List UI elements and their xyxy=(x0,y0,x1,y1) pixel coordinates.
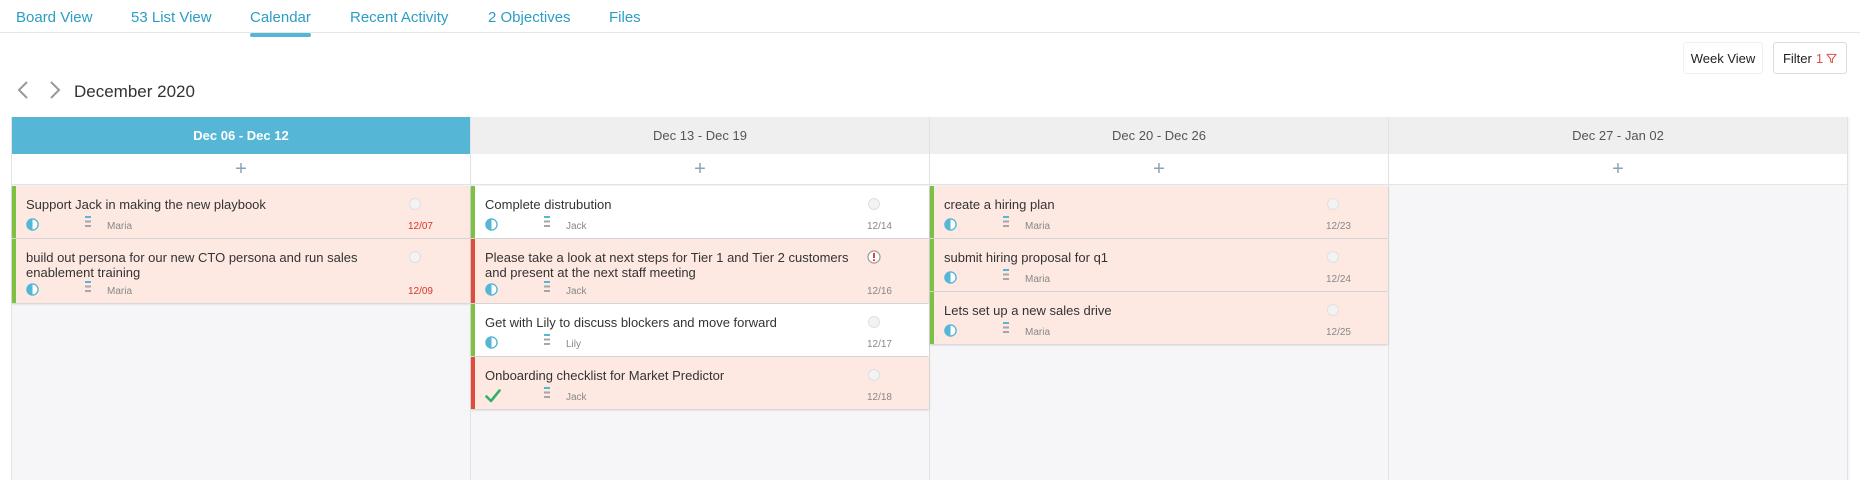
task-due-date: 12/25 xyxy=(1325,327,1351,338)
assignee-icon xyxy=(1003,269,1009,280)
week-header: Dec 20 - Dec 26 xyxy=(930,117,1388,154)
status-toggle[interactable] xyxy=(1327,251,1339,263)
week-view-label: Week View xyxy=(1690,50,1756,66)
view-tabs: Board View 53 List View Calendar Recent … xyxy=(0,0,1860,37)
chevron-left-icon[interactable] xyxy=(16,80,32,100)
task-assignee: Maria xyxy=(1025,221,1051,232)
alert-icon[interactable] xyxy=(867,250,881,264)
chevron-right-icon[interactable] xyxy=(46,80,62,100)
progress-half-icon[interactable] xyxy=(485,218,498,231)
task-assignee: Maria xyxy=(1025,327,1051,338)
progress-half-icon[interactable] xyxy=(26,283,39,296)
task-title: Complete distrubution xyxy=(485,197,612,212)
task-card[interactable]: create a hiring plan Maria 12/23 xyxy=(930,186,1388,238)
assignee-icon xyxy=(85,281,91,292)
task-due-date: 12/17 xyxy=(866,339,892,350)
task-card[interactable]: Lets set up a new sales drive Maria 12/2… xyxy=(930,292,1388,344)
assignee-icon xyxy=(1003,216,1009,227)
task-card[interactable]: Complete distrubution Jack 12/14 xyxy=(471,186,929,238)
week-header: Dec 06 - Dec 12 xyxy=(12,117,470,154)
add-task-button[interactable]: + xyxy=(12,154,470,185)
task-title: Support Jack in making the new playbook xyxy=(26,197,266,212)
status-toggle[interactable] xyxy=(409,198,421,210)
progress-half-icon[interactable] xyxy=(944,218,957,231)
task-title: create a hiring plan xyxy=(944,197,1055,212)
status-toggle[interactable] xyxy=(868,198,880,210)
tab-list-view[interactable]: 53 List View xyxy=(131,9,212,26)
progress-half-icon[interactable] xyxy=(485,283,498,296)
task-assignee: Lily xyxy=(566,339,582,350)
progress-half-icon[interactable] xyxy=(944,271,957,284)
week-column: Dec 06 - Dec 12 + Support Jack in making… xyxy=(12,117,471,480)
task-assignee: Maria xyxy=(1025,274,1051,285)
task-assignee: Jack xyxy=(566,221,587,232)
add-task-button[interactable]: + xyxy=(471,154,929,185)
task-due-date: 12/09 xyxy=(407,286,433,297)
task-assignee: Jack xyxy=(566,392,587,403)
week-column: Dec 20 - Dec 26 + create a hiring plan M… xyxy=(930,117,1389,480)
tab-recent-activity[interactable]: Recent Activity xyxy=(350,9,448,26)
task-assignee: Jack xyxy=(566,286,587,297)
week-header: Dec 27 - Jan 02 xyxy=(1389,117,1847,154)
filter-label: Filter xyxy=(1782,50,1812,66)
task-card[interactable]: build out persona for our new CTO person… xyxy=(12,239,470,303)
assignee-icon xyxy=(544,387,550,398)
filter-count-badge: 1 xyxy=(1815,50,1824,66)
task-due-date: 12/24 xyxy=(1325,274,1351,285)
task-title: Get with Lily to discuss blockers and mo… xyxy=(485,315,777,330)
task-due-date: 12/18 xyxy=(866,392,892,403)
status-toggle[interactable] xyxy=(1327,198,1339,210)
funnel-icon xyxy=(1826,53,1837,63)
task-due-date: 12/14 xyxy=(866,221,892,232)
progress-half-icon[interactable] xyxy=(944,324,957,337)
task-title: Lets set up a new sales drive xyxy=(944,303,1112,318)
tab-objectives[interactable]: 2 Objectives xyxy=(488,9,571,26)
task-title: Onboarding checklist for Market Predicto… xyxy=(485,368,725,383)
week-view-button[interactable]: Week View xyxy=(1683,42,1763,74)
assignee-icon xyxy=(544,281,550,292)
week-header: Dec 13 - Dec 19 xyxy=(471,117,929,154)
task-due-date: 12/07 xyxy=(407,221,433,232)
tab-files[interactable]: Files xyxy=(609,9,641,26)
month-title: December 2020 xyxy=(74,82,195,101)
assignee-icon xyxy=(85,216,91,227)
task-card[interactable]: Please take a look at next steps for Tie… xyxy=(471,239,929,303)
status-toggle[interactable] xyxy=(868,369,880,381)
progress-half-icon[interactable] xyxy=(485,336,498,349)
task-title: Please take a look at next steps for Tie… xyxy=(485,250,849,280)
task-title: build out persona for our new CTO person… xyxy=(26,250,358,280)
week-column: Dec 27 - Jan 02 + xyxy=(1389,117,1848,480)
assignee-icon xyxy=(1003,322,1009,333)
task-assignee: Maria xyxy=(107,221,133,232)
task-card[interactable]: Get with Lily to discuss blockers and mo… xyxy=(471,304,929,356)
status-toggle[interactable] xyxy=(409,251,421,263)
tab-calendar[interactable]: Calendar xyxy=(250,9,311,37)
task-assignee: Maria xyxy=(107,286,133,297)
checkmark-icon[interactable] xyxy=(485,389,501,403)
status-toggle[interactable] xyxy=(1327,304,1339,316)
tab-board-view[interactable]: Board View xyxy=(16,9,92,26)
week-calendar: Dec 06 - Dec 12 + Support Jack in making… xyxy=(11,117,1850,480)
assignee-icon xyxy=(544,334,550,345)
task-card[interactable]: Support Jack in making the new playbook … xyxy=(12,186,470,238)
progress-half-icon[interactable] xyxy=(26,218,39,231)
task-due-date: 12/23 xyxy=(1325,221,1351,232)
task-title: submit hiring proposal for q1 xyxy=(944,250,1109,265)
task-due-date: 12/16 xyxy=(866,286,892,297)
task-card[interactable]: submit hiring proposal for q1 Maria 12/2… xyxy=(930,239,1388,291)
filter-button[interactable]: Filter 1 xyxy=(1773,42,1847,74)
status-toggle[interactable] xyxy=(868,316,880,328)
add-task-button[interactable]: + xyxy=(1389,154,1847,185)
task-card[interactable]: Onboarding checklist for Market Predicto… xyxy=(471,357,929,409)
add-task-button[interactable]: + xyxy=(930,154,1388,185)
week-column: Dec 13 - Dec 19 + Complete distrubution … xyxy=(471,117,930,480)
assignee-icon xyxy=(544,216,550,227)
